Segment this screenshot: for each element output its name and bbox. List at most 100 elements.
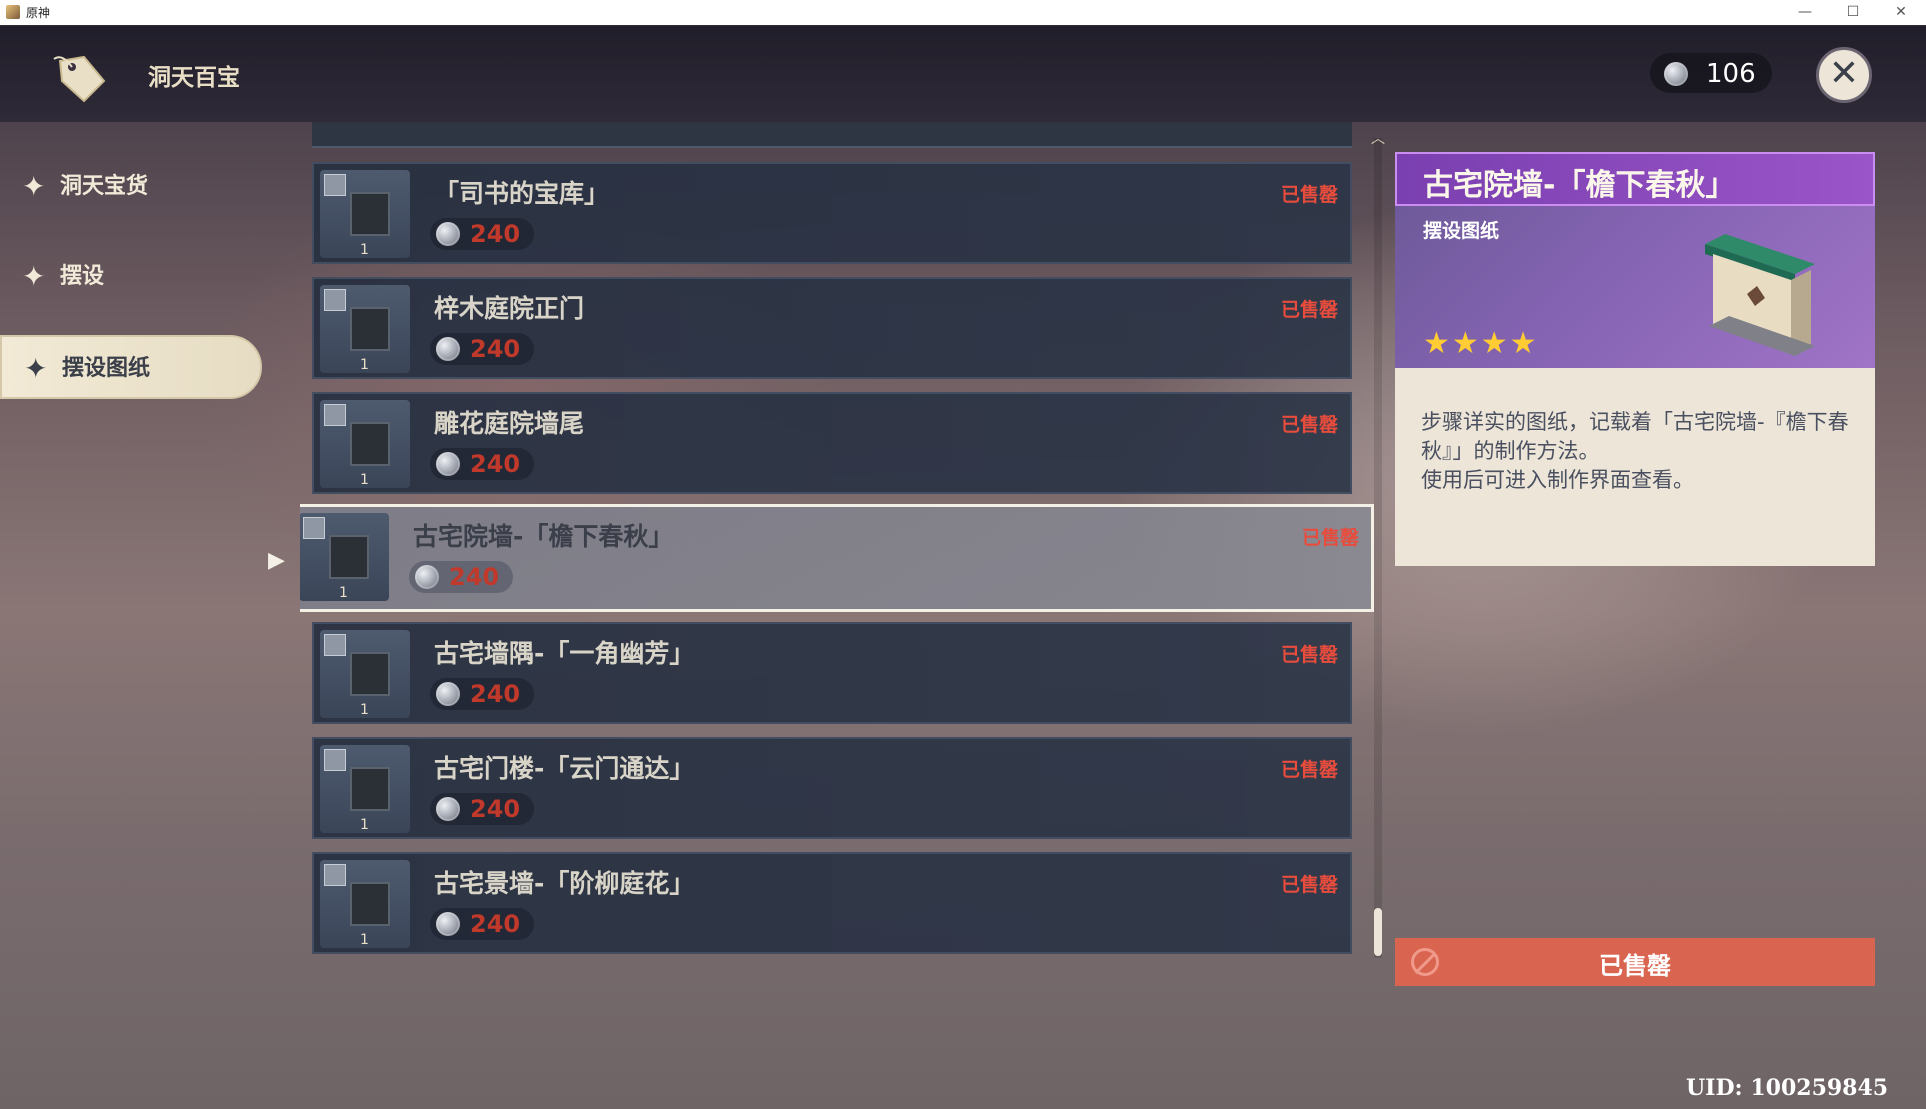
sidebar-item-label: 摆设图纸 [62,356,151,381]
item-qty: 1 [339,585,348,601]
sold-out-badge: 已售罄 [1280,299,1338,321]
mora-coin-icon [436,337,460,361]
item-price: 240 [430,448,535,480]
window-titlebar: 原神 — ☐ ✕ [0,0,1926,26]
minimize-button[interactable]: — [1790,2,1820,22]
price-tag-icon [53,55,106,103]
shop-title: 洞天百宝 [148,65,240,91]
item-qty: 1 [360,357,369,373]
item-thumbnail: 1 [320,860,410,948]
sold-out-badge: 已售罄 [1280,874,1338,896]
window-title: 原神 [26,6,51,20]
furnishing-preview-icon [350,307,390,351]
item-name: 古宅景墙-「阶柳庭花」 [434,869,695,898]
blueprint-icon [303,517,325,539]
detail-title: 古宅院墙-「檐下春秋」 [1423,168,1736,203]
list-item-selected[interactable]: 1 古宅院墙-「檐下春秋」 240 已售罄 [300,504,1374,612]
furnishing-preview-icon [350,192,390,236]
blueprint-icon [324,864,346,886]
button-label: 已售罄 [1599,952,1671,980]
detail-art: 摆设图纸 ★★★★ [1395,206,1875,368]
item-name: 古宅院墙-「檐下春秋」 [413,522,674,551]
item-thumbnail: 1 [320,400,410,488]
mora-coin-icon [1664,62,1688,86]
shop-header: 洞天百宝 106 ✕ [0,25,1926,122]
rarity-stars: ★★★★ [1423,326,1539,361]
item-qty: 1 [360,242,369,258]
sold-out-badge: 已售罄 [1301,527,1359,549]
sidebar-item-furnishings[interactable]: ✦ 摆设 [0,245,262,309]
sold-out-badge: 已售罄 [1280,414,1338,436]
mora-coin-icon [436,682,460,706]
item-qty: 1 [360,817,369,833]
item-price: 240 [430,908,535,940]
sparkle-icon: ✦ [22,170,46,203]
sparkle-icon: ✦ [24,352,48,385]
list-item-partial[interactable] [312,122,1352,148]
item-price: 240 [430,333,535,365]
item-thumbnail: 1 [320,170,410,258]
item-price: 240 [409,561,514,593]
furnishing-preview-icon [350,422,390,466]
sparkle-icon: ✦ [22,260,46,293]
list-item[interactable]: 1 古宅门楼-「云门通达」 240 已售罄 [312,737,1352,839]
item-thumbnail: 1 [320,630,410,718]
sold-out-badge: 已售罄 [1280,759,1338,781]
item-thumbnail: 1 [300,513,389,601]
blueprint-icon [324,404,346,426]
detail-header: 古宅院墙-「檐下春秋」 [1395,152,1875,206]
currency-amount: 106 [1706,59,1756,89]
mora-coin-icon [436,452,460,476]
list-scrollbar[interactable] [1374,138,1382,958]
list-item[interactable]: 1 古宅景墙-「阶柳庭花」 240 已售罄 [312,852,1352,954]
description-line: 步骤详实的图纸，记载着「古宅院墙-『檐下春秋』」的制作方法。 [1421,410,1849,463]
item-price: 240 [430,678,535,710]
list-item[interactable]: 1 雕花庭院墙尾 240 已售罄 [312,392,1352,494]
item-detail-panel: 古宅院墙-「檐下春秋」 摆设图纸 ★★★★ 步骤详实的图纸，记载着「古宅院墙-『… [1395,152,1875,566]
sold-out-badge: 已售罄 [1280,644,1338,666]
furnishing-preview-icon [350,882,390,926]
item-qty: 1 [360,702,369,718]
item-qty: 1 [360,472,369,488]
mora-coin-icon [415,565,439,589]
blueprint-icon [324,174,346,196]
sold-out-button[interactable]: 已售罄 [1395,938,1875,986]
item-thumbnail: 1 [320,285,410,373]
description-line: 使用后可进入制作界面查看。 [1421,468,1694,492]
scrollbar-thumb[interactable] [1374,908,1382,956]
item-price: 240 [430,793,535,825]
item-price: 240 [430,218,535,250]
mora-coin-icon [436,912,460,936]
furnishing-preview-icon [350,767,390,811]
item-name: 梓木庭院正门 [434,294,585,323]
list-item[interactable]: 1 「司书的宝库」 240 已售罄 [312,162,1352,264]
app-icon [6,5,20,19]
sidebar-item-label: 洞天宝货 [60,174,149,199]
item-name: 雕花庭院墙尾 [434,409,585,438]
maximize-button[interactable]: ☐ [1838,2,1868,22]
list-item[interactable]: 1 古宅墙隅-「一角幽芳」 240 已售罄 [312,622,1352,724]
mora-coin-icon [436,797,460,821]
furnishing-preview-icon [350,652,390,696]
close-icon[interactable]: ✕ [1816,47,1872,103]
item-qty: 1 [360,932,369,948]
list-item[interactable]: 1 梓木庭院正门 240 已售罄 [312,277,1352,379]
blueprint-icon [324,289,346,311]
detail-description: 步骤详实的图纸，记载着「古宅院墙-『檐下春秋』」的制作方法。 使用后可进入制作界… [1395,368,1875,566]
courtyard-wall-preview-icon [1705,234,1815,356]
selection-arrow-icon: ▶ [268,548,285,573]
blueprint-icon [324,634,346,656]
mora-coin-icon [436,222,460,246]
sidebar-item-blueprints[interactable]: ✦ 摆设图纸 [0,335,262,399]
item-thumbnail: 1 [320,745,410,833]
item-name: 古宅门楼-「云门通达」 [434,754,695,783]
window-close-button[interactable]: ✕ [1886,2,1916,22]
furnishing-preview-icon [329,535,369,579]
sidebar-item-treasures[interactable]: ✦ 洞天宝货 [0,155,262,219]
blueprint-icon [324,749,346,771]
player-uid: UID: 100259845 [1686,1075,1889,1101]
currency-display: 106 [1650,53,1772,93]
item-name: 「司书的宝库」 [434,179,610,208]
item-list[interactable]: 1 「司书的宝库」 240 已售罄 1 梓木庭院正门 240 已售罄 1 雕花庭… [300,122,1380,972]
item-name: 古宅墙隅-「一角幽芳」 [434,639,695,668]
